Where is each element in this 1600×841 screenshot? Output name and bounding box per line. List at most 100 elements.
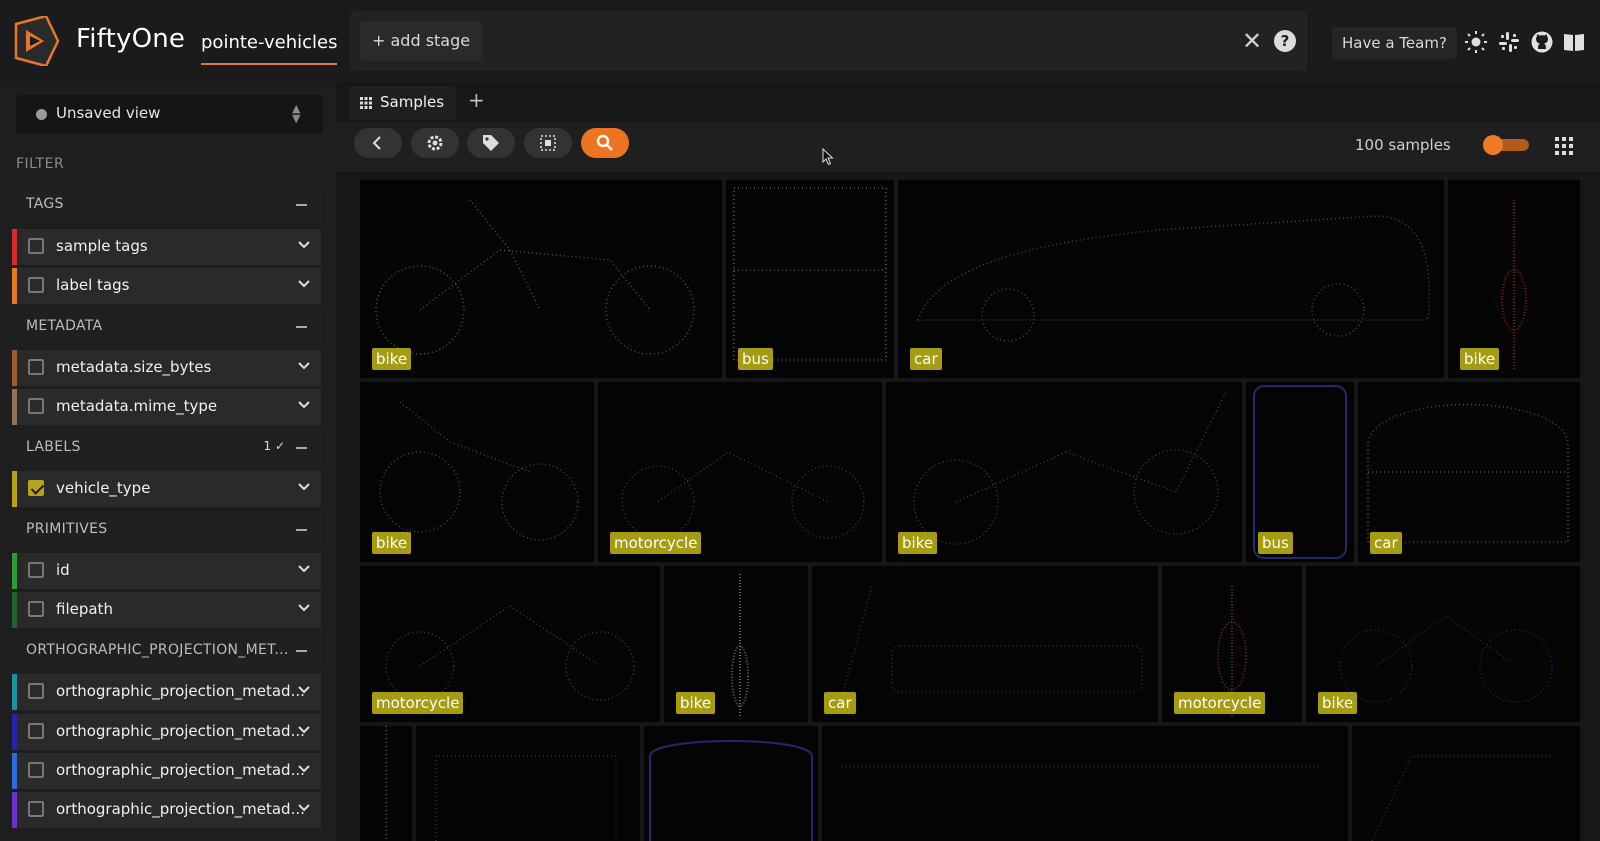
sample-tile[interactable]: car <box>812 566 1158 722</box>
field-label: orthographic_projection_metad... <box>56 800 305 818</box>
chevron-down-icon[interactable] <box>296 358 312 374</box>
checkbox[interactable] <box>28 723 44 739</box>
filter-row-label-tags[interactable]: label tags <box>12 268 321 304</box>
github-icon[interactable] <box>1530 30 1554 54</box>
section-header-metadata[interactable]: METADATA <box>12 308 321 346</box>
help-icon[interactable]: ? <box>1274 30 1296 52</box>
filter-row-ortho-3[interactable]: orthographic_projection_metad... <box>12 753 321 789</box>
dataset-selector[interactable]: pointe-vehicles <box>201 32 338 65</box>
filter-row-vehicle-type[interactable]: vehicle_type <box>12 471 321 507</box>
view-stage-bar[interactable]: + add stage ✕ ? <box>350 11 1307 71</box>
checkbox[interactable] <box>28 562 44 578</box>
field-label: orthographic_projection_metad... <box>56 682 305 700</box>
checkbox[interactable] <box>28 762 44 778</box>
section-header-labels[interactable]: LABELS 1 ✓ <box>12 429 321 467</box>
chevron-down-icon[interactable] <box>296 761 312 777</box>
color-bar <box>12 553 17 589</box>
selected-count: 1 <box>263 439 272 453</box>
chevron-down-icon[interactable] <box>296 800 312 816</box>
chevron-down-icon[interactable] <box>296 722 312 738</box>
grid-toggle[interactable] <box>1483 135 1529 155</box>
checkbox[interactable] <box>28 238 44 254</box>
filter-row-sample-tags[interactable]: sample tags <box>12 229 321 265</box>
sample-tile[interactable]: bike <box>360 382 594 562</box>
section-header-tags[interactable]: TAGS <box>12 186 321 224</box>
filter-row-ortho-2[interactable]: orthographic_projection_metad... <box>12 714 321 750</box>
filter-row-ortho-1[interactable]: orthographic_projection_metad... <box>12 674 321 710</box>
sample-tile[interactable]: motorcycle <box>360 566 660 722</box>
tag-button[interactable] <box>467 128 515 158</box>
chevron-down-icon[interactable] <box>296 600 312 616</box>
check-icon: ✓ <box>274 439 285 453</box>
filter-row-size-bytes[interactable]: metadata.size_bytes <box>12 350 321 386</box>
filter-row-id[interactable]: id <box>12 553 321 589</box>
chevron-down-icon[interactable] <box>296 237 312 253</box>
field-label: orthographic_projection_metad... <box>56 761 305 779</box>
sample-tile[interactable] <box>644 726 818 841</box>
filter-row-mime-type[interactable]: metadata.mime_type <box>12 389 321 425</box>
updown-chevron-icon: ▲ ▼ <box>292 102 301 125</box>
sample-tile[interactable] <box>1352 726 1580 841</box>
sample-tile[interactable]: motorcycle <box>598 382 882 562</box>
sample-tile[interactable] <box>360 726 412 841</box>
collapse-icon[interactable] <box>296 447 307 449</box>
sample-tile[interactable]: motorcycle <box>1162 566 1302 722</box>
section-header-orthographic[interactable]: ORTHOGRAPHIC_PROJECTION_MET... <box>12 632 321 670</box>
slack-icon[interactable] <box>1497 30 1521 54</box>
checkbox[interactable] <box>28 480 44 496</box>
point-cloud-partial <box>385 726 387 841</box>
collapse-icon[interactable] <box>296 326 307 328</box>
toggle-knob[interactable] <box>1483 135 1503 155</box>
grid-size-icon[interactable] <box>1554 136 1574 156</box>
sample-tile[interactable]: bike <box>664 566 808 722</box>
sample-tile[interactable]: bike <box>1448 180 1580 378</box>
chevron-down-icon[interactable] <box>296 682 312 698</box>
team-button[interactable]: Have a Team? <box>1332 27 1457 59</box>
sample-tile[interactable]: bus <box>726 180 894 378</box>
sample-tile[interactable] <box>822 726 1348 841</box>
sample-grid: bike bus car bike bike motorcycle bike b… <box>360 180 1584 841</box>
collapse-icon[interactable] <box>296 529 307 531</box>
sun-icon[interactable] <box>1464 30 1488 54</box>
book-icon[interactable] <box>1562 30 1586 54</box>
checkbox[interactable] <box>28 277 44 293</box>
label-tag: motorcycle <box>610 532 702 554</box>
back-button[interactable] <box>354 128 402 158</box>
sample-tile[interactable]: bike <box>1306 566 1580 722</box>
sample-tile[interactable]: bike <box>360 180 722 378</box>
sample-tile[interactable]: car <box>1358 382 1580 562</box>
field-label: id <box>56 561 70 579</box>
logo-icon[interactable] <box>12 16 60 66</box>
app-header: FiftyOne pointe-vehicles + add stage ✕ ?… <box>0 0 1600 82</box>
sample-tile[interactable]: bike <box>886 382 1242 562</box>
sample-tile[interactable] <box>416 726 640 841</box>
settings-button[interactable] <box>411 128 459 158</box>
collapse-icon[interactable] <box>296 650 307 652</box>
checkbox[interactable] <box>28 683 44 699</box>
select-button[interactable] <box>524 128 572 158</box>
saved-view-selector[interactable]: Unsaved view ▲ ▼ <box>16 95 323 134</box>
checkbox[interactable] <box>28 359 44 375</box>
checkbox[interactable] <box>28 601 44 617</box>
field-label: metadata.size_bytes <box>56 358 212 376</box>
filter-row-filepath[interactable]: filepath <box>12 592 321 628</box>
checkbox[interactable] <box>28 801 44 817</box>
filter-row-ortho-4[interactable]: orthographic_projection_metad... <box>12 792 321 828</box>
sample-tile[interactable]: car <box>898 180 1444 378</box>
sidebar: Unsaved view ▲ ▼ FILTER TAGS sample tags … <box>0 82 336 841</box>
tab-samples[interactable]: Samples <box>350 86 456 120</box>
chevron-down-icon[interactable] <box>296 397 312 413</box>
section-header-primitives[interactable]: PRIMITIVES <box>12 511 321 549</box>
sample-tile[interactable]: bus <box>1246 382 1354 562</box>
add-panel-icon[interactable]: + <box>468 88 485 112</box>
close-icon[interactable]: ✕ <box>1242 27 1262 55</box>
label-tag: car <box>824 692 856 714</box>
collapse-icon[interactable] <box>296 204 307 206</box>
add-stage-button[interactable]: + add stage <box>360 21 483 61</box>
search-button[interactable] <box>581 128 629 158</box>
checkbox[interactable] <box>28 398 44 414</box>
chevron-down-icon[interactable] <box>296 561 312 577</box>
chevron-down-icon[interactable] <box>296 479 312 495</box>
chevron-down-icon[interactable] <box>296 276 312 292</box>
color-bar <box>12 753 17 789</box>
